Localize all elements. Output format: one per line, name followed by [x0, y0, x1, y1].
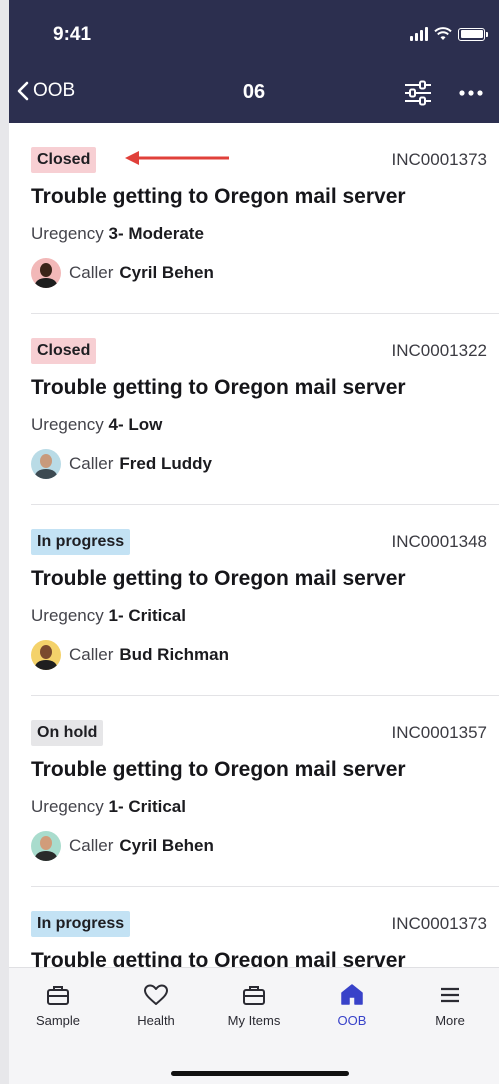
avatar [31, 449, 61, 479]
phone-screen: 9:41 OOB 06 Closed INC0001373 Trouble ge… [9, 0, 499, 1084]
urgency-value: 3- Moderate [108, 224, 204, 243]
status-badge: Closed [31, 147, 97, 173]
tab-health[interactable]: Health [107, 968, 205, 1042]
home-indicator [171, 1071, 349, 1076]
caller-name: Bud Richman [119, 645, 229, 664]
urgency-label: Uregency [31, 415, 104, 434]
caller-name: Cyril Behen [119, 263, 214, 282]
heart-icon [144, 984, 168, 1005]
incident-title: Trouble getting to Oregon mail server [31, 758, 406, 781]
incident-number: INC0001348 [391, 532, 487, 551]
incident-card[interactable]: In progress INC0001348 Trouble getting t… [31, 505, 499, 696]
urgency-value: 1- Critical [108, 606, 186, 625]
incident-number: INC0001322 [391, 341, 487, 360]
incident-list: Closed INC0001373 Trouble getting to Ore… [9, 123, 499, 967]
urgency-value: 4- Low [108, 415, 163, 434]
wifi-icon [434, 27, 452, 40]
urgency-row: Uregency 4- Low [31, 415, 499, 435]
tab-label: More [435, 1013, 465, 1028]
status-time: 9:41 [53, 24, 92, 45]
caller-label: Caller [69, 263, 114, 282]
incident-title: Trouble getting to Oregon mail server [31, 185, 406, 208]
urgency-row: Uregency 3- Moderate [31, 224, 499, 244]
tab-more[interactable]: More [401, 968, 499, 1042]
incident-card[interactable]: In progress INC0001373 Trouble getting t… [31, 887, 499, 967]
app-header: 9:41 OOB 06 [9, 0, 499, 123]
tab-bar: Sample Health My Items OOB More [9, 967, 499, 1084]
status-badge: In progress [31, 529, 131, 555]
incident-card[interactable]: On hold INC0001357 Trouble getting to Or… [31, 696, 499, 887]
incident-title: Trouble getting to Oregon mail server [31, 376, 406, 399]
status-icons [410, 25, 488, 43]
incident-title: Trouble getting to Oregon mail server [31, 949, 406, 967]
tab-label: Health [137, 1013, 175, 1028]
avatar [31, 831, 61, 861]
avatar [31, 258, 61, 288]
incident-number: INC0001373 [391, 150, 487, 169]
signal-icon [410, 27, 428, 41]
filter-button[interactable] [403, 80, 433, 111]
home-icon [341, 984, 363, 1005]
status-badge: Closed [31, 338, 97, 364]
tab-oob[interactable]: OOB [303, 968, 401, 1042]
incident-card[interactable]: Closed INC0001322 Trouble getting to Ore… [31, 314, 499, 505]
tab-label: Sample [35, 1013, 81, 1028]
incident-card[interactable]: Closed INC0001373 Trouble getting to Ore… [31, 123, 499, 314]
tab-sample[interactable]: Sample [9, 968, 107, 1042]
urgency-label: Uregency [31, 606, 104, 625]
menu-icon [441, 987, 459, 1003]
caller-row: Caller Bud Richman [31, 640, 499, 670]
urgency-row: Uregency 1- Critical [31, 797, 499, 817]
caller-row: Caller Fred Luddy [31, 449, 499, 479]
caller-row: Caller Cyril Behen [31, 258, 499, 288]
caller-name: Cyril Behen [119, 836, 214, 855]
urgency-row: Uregency 1- Critical [31, 606, 499, 626]
tab-label: OOB [337, 1013, 367, 1028]
battery-icon [458, 27, 488, 41]
incident-number: INC0001373 [391, 914, 487, 933]
incident-number: INC0001357 [391, 723, 487, 742]
caller-label: Caller [69, 454, 114, 473]
avatar [31, 640, 61, 670]
left-edge-strip [0, 0, 9, 1084]
sliders-icon [405, 80, 431, 106]
ellipsis-icon [459, 90, 483, 96]
briefcase-icon [47, 986, 69, 1005]
caller-label: Caller [69, 836, 114, 855]
arrow-annotation [125, 151, 229, 165]
tab-label: My Items [227, 1013, 281, 1028]
incident-title: Trouble getting to Oregon mail server [31, 567, 406, 590]
caller-name: Fred Luddy [119, 454, 212, 473]
urgency-label: Uregency [31, 797, 104, 816]
status-badge: On hold [31, 720, 104, 746]
status-badge: In progress [31, 911, 131, 937]
caller-label: Caller [69, 645, 114, 664]
urgency-label: Uregency [31, 224, 104, 243]
more-options-button[interactable] [459, 80, 483, 112]
caller-row: Caller Cyril Behen [31, 831, 499, 861]
tab-my-items[interactable]: My Items [205, 968, 303, 1042]
briefcase-icon [243, 986, 265, 1005]
urgency-value: 1- Critical [108, 797, 186, 816]
